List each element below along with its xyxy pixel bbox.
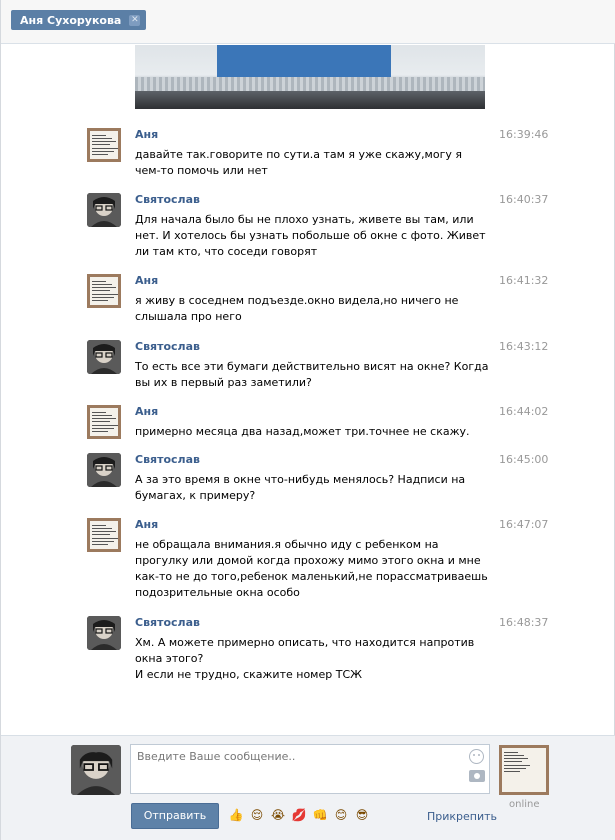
message-text: То есть все эти бумаги действительно вис… bbox=[135, 360, 489, 389]
message-avatar[interactable] bbox=[87, 518, 121, 552]
message-text: примерно месяца два назад,может три.точн… bbox=[135, 425, 470, 438]
smiling-face-icon[interactable]: 😊 bbox=[332, 806, 350, 824]
message-time: 16:45:00 bbox=[499, 453, 549, 466]
crying-face-icon[interactable]: 😭 bbox=[269, 806, 287, 824]
message-placeholder: Введите Ваше сообщение.. bbox=[137, 750, 296, 763]
compose-area: Введите Ваше сообщение.. Отправить 👍 😌 😭 💋 👊… bbox=[1, 735, 615, 840]
message-text: не обращала внимания.я обычно иду с ребе… bbox=[135, 538, 488, 599]
message-avatar[interactable] bbox=[87, 453, 121, 487]
message-author[interactable]: Аня bbox=[135, 128, 158, 141]
message-author[interactable]: Аня bbox=[135, 405, 158, 418]
message-time: 16:47:07 bbox=[499, 518, 549, 531]
tab-title: Аня Сухорукова bbox=[20, 13, 122, 27]
attach-link[interactable]: Прикрепить bbox=[427, 810, 497, 823]
smile-icon[interactable] bbox=[469, 749, 484, 764]
message-time: 16:44:02 bbox=[499, 405, 549, 418]
message-text: давайте так.говорите по сути.а там я уже… bbox=[135, 148, 462, 177]
sunglasses-face-icon[interactable]: 😎 bbox=[353, 806, 371, 824]
message-avatar[interactable] bbox=[87, 340, 121, 374]
relieved-face-icon[interactable]: 😌 bbox=[248, 806, 266, 824]
peer-avatar bbox=[499, 745, 549, 795]
message-time: 16:39:46 bbox=[499, 128, 549, 141]
message-text: Для начала было бы не плохо узнать, живе… bbox=[135, 213, 486, 258]
camera-icon[interactable] bbox=[469, 770, 485, 782]
message-avatar[interactable] bbox=[87, 128, 121, 162]
peer-online-status: online bbox=[509, 799, 540, 810]
message-time: 16:48:37 bbox=[499, 616, 549, 629]
message-author[interactable]: Аня bbox=[135, 274, 158, 287]
message-text: Хм. А можете примерно описать, что наход… bbox=[135, 636, 475, 681]
message-time: 16:43:12 bbox=[499, 340, 549, 353]
message-text: я живу в соседнем подъезде.окно видела,н… bbox=[135, 294, 459, 323]
message-author[interactable]: Святослав bbox=[135, 193, 200, 206]
message-avatar[interactable] bbox=[87, 193, 121, 227]
kiss-icon[interactable]: 💋 bbox=[290, 806, 308, 824]
fist-icon[interactable]: 👊 bbox=[311, 806, 329, 824]
message-author[interactable]: Аня bbox=[135, 518, 158, 531]
message-avatar[interactable] bbox=[87, 405, 121, 439]
message-avatar[interactable] bbox=[87, 274, 121, 308]
my-avatar bbox=[71, 745, 121, 795]
message-time: 16:41:32 bbox=[499, 274, 549, 287]
message-author[interactable]: Святослав bbox=[135, 616, 200, 629]
thumbs-up-icon[interactable]: 👍 bbox=[227, 806, 245, 824]
send-button[interactable]: Отправить bbox=[131, 803, 219, 829]
message-text: А за это время в окне что-нибудь менялос… bbox=[135, 473, 466, 502]
emoji-bar: 👍 😌 😭 💋 👊 😊 😎 bbox=[227, 806, 371, 824]
message-input[interactable]: Введите Ваше сообщение.. bbox=[130, 744, 490, 794]
close-icon[interactable]: ✕ bbox=[129, 14, 141, 26]
attached-photo[interactable] bbox=[135, 45, 485, 109]
message-avatar[interactable] bbox=[87, 616, 121, 650]
message-author[interactable]: Святослав bbox=[135, 340, 200, 353]
tab-chat[interactable]: Аня Сухорукова ✕ bbox=[11, 10, 147, 30]
message-time: 16:40:37 bbox=[499, 193, 549, 206]
message-author[interactable]: Святослав bbox=[135, 453, 200, 466]
chat-window: Аня Сухорукова ✕ Аня 16:39:46 давайте так.… bbox=[0, 0, 615, 840]
tab-bar: Аня Сухорукова ✕ bbox=[1, 0, 615, 44]
